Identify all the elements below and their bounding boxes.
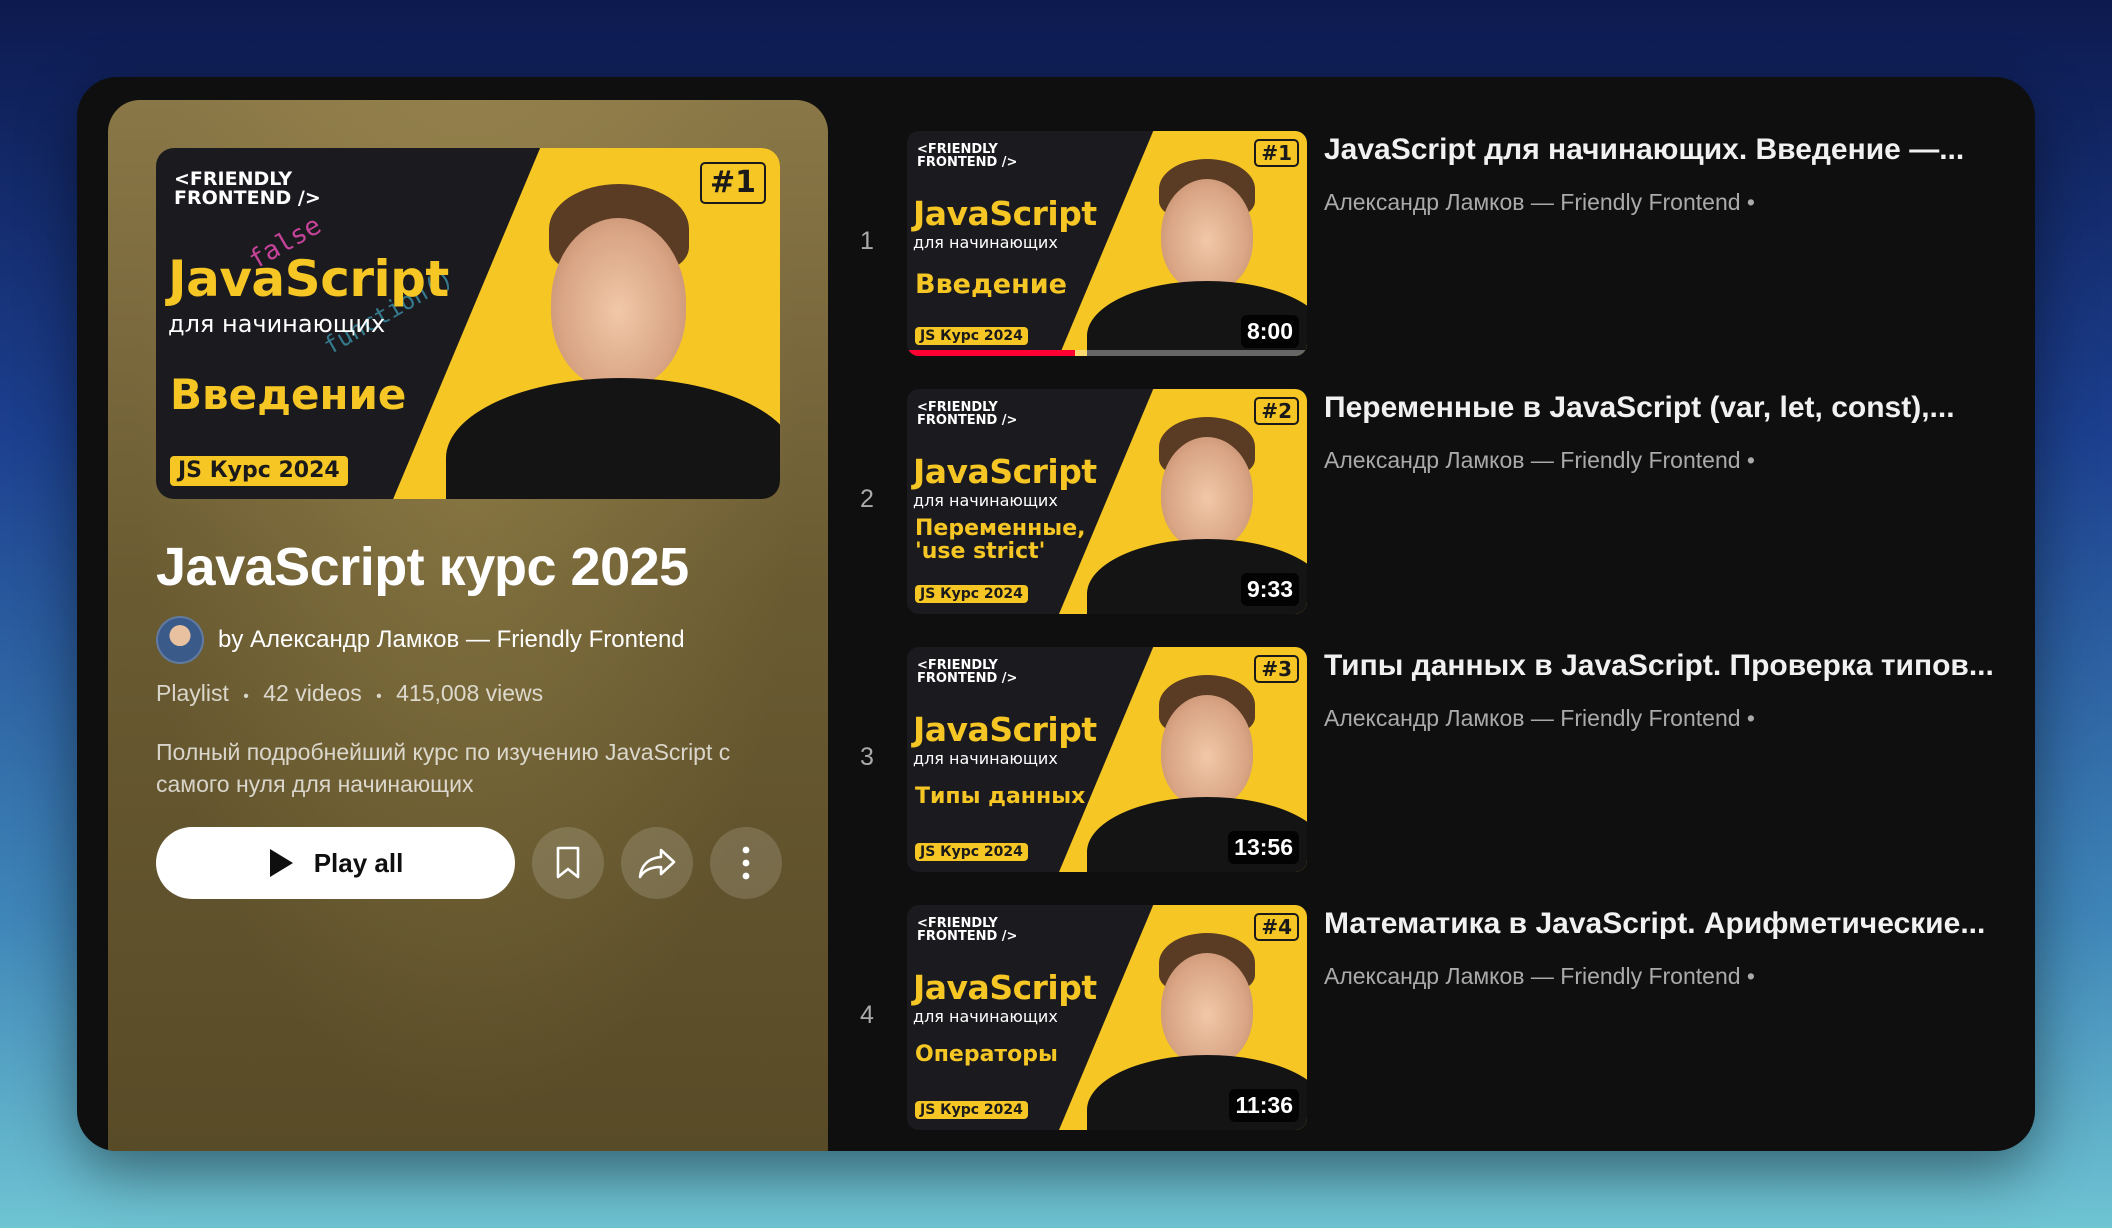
bookmark-icon (556, 846, 580, 879)
thumbnail-subtitle: для начинающих (168, 310, 386, 338)
video-index: 3 (860, 743, 874, 771)
presenter-face (1161, 953, 1253, 1065)
list-item[interactable]: 1 <FRIENDLY FRONTEND /> #1 JavaScript дл… (847, 131, 2007, 357)
playlist-description: Полный подробнейший курс по изучению Jav… (156, 739, 731, 797)
play-all-button[interactable]: Play all (156, 827, 515, 899)
thumbnail-brand: <FRIENDLY FRONTEND /> (174, 168, 321, 209)
playlist-meta: Playlist • 42 videos • 415,008 views (156, 680, 543, 707)
list-item[interactable]: 4 <FRIENDLY FRONTEND /> #4 JavaScript дл… (847, 905, 2007, 1131)
playlist-actions: Play all (156, 827, 782, 899)
thumbnail-brand: <FRIENDLY FRONTEND /> (917, 400, 1018, 428)
video-duration: 8:00 (1240, 315, 1299, 348)
playlist-title: JavaScript курс 2025 (156, 537, 689, 597)
meta-separator: • (243, 688, 249, 705)
thumbnail-js-title: JavaScript (913, 194, 1097, 233)
thumbnail-topic: Операторы (915, 1042, 1058, 1067)
thumbnail-subtitle: для начинающих (913, 233, 1058, 252)
video-index: 1 (860, 227, 874, 255)
list-item[interactable]: 3 <FRIENDLY FRONTEND /> #3 JavaScript дл… (847, 647, 2007, 873)
video-title[interactable]: Математика в JavaScript. Арифметические.… (1324, 907, 2004, 941)
video-thumbnail[interactable]: <FRIENDLY FRONTEND /> #2 JavaScript для … (907, 389, 1307, 614)
play-icon (269, 849, 293, 877)
thumbnail-course-badge: JS Курс 2024 (915, 585, 1028, 603)
video-channel[interactable]: Александр Ламков — Friendly Frontend • (1324, 447, 1755, 474)
video-thumbnail[interactable]: <FRIENDLY FRONTEND /> #1 JavaScript для … (907, 131, 1307, 356)
playlist-window: false function() <FRIENDLY FRONTEND /> #… (77, 77, 2035, 1151)
video-index: 4 (860, 1001, 874, 1029)
list-item[interactable]: 2 <FRIENDLY FRONTEND /> #2 JavaScript дл… (847, 389, 2007, 615)
video-thumbnail[interactable]: <FRIENDLY FRONTEND /> #4 JavaScript для … (907, 905, 1307, 1130)
thumbnail-topic: Типы данных (915, 784, 1086, 809)
thumbnail-episode-number: #1 (1254, 139, 1299, 167)
thumbnail-episode-number: #2 (1254, 397, 1299, 425)
presenter-face (1161, 437, 1253, 549)
video-channel[interactable]: Александр Ламков — Friendly Frontend • (1324, 705, 1755, 732)
playlist-header-panel: false function() <FRIENDLY FRONTEND /> #… (108, 100, 828, 1151)
thumbnail-episode-number: #3 (1254, 655, 1299, 683)
playlist-view-count: 415,008 views (396, 680, 544, 706)
more-actions-button[interactable] (710, 827, 782, 899)
thumbnail-course-badge: JS Курс 2024 (915, 1101, 1028, 1119)
thumbnail-js-title: JavaScript (168, 250, 449, 308)
thumbnail-course-badge: JS Курс 2024 (915, 843, 1028, 861)
thumbnail-subtitle: для начинающих (913, 491, 1058, 510)
thumbnail-js-title: JavaScript (913, 710, 1097, 749)
meta-separator: • (376, 688, 382, 705)
video-duration: 13:56 (1228, 831, 1299, 864)
playlist-author[interactable]: by Александр Ламков — Friendly Frontend (218, 626, 685, 654)
video-duration: 9:33 (1240, 573, 1299, 606)
presenter-face (1161, 695, 1253, 807)
thumbnail-js-title: JavaScript (913, 968, 1097, 1007)
thumbnail-topic: Введение (915, 269, 1067, 300)
video-channel[interactable]: Александр Ламков — Friendly Frontend • (1324, 189, 1755, 216)
play-all-label: Play all (313, 847, 404, 878)
share-playlist-button[interactable] (621, 827, 693, 899)
video-duration: 11:36 (1229, 1089, 1299, 1122)
playlist-type: Playlist (156, 680, 229, 706)
video-title[interactable]: Типы данных в JavaScript. Проверка типов… (1324, 649, 2004, 683)
thumbnail-brand: <FRIENDLY FRONTEND /> (917, 142, 1018, 170)
thumbnail-subtitle: для начинающих (913, 749, 1058, 768)
thumbnail-brand: <FRIENDLY FRONTEND /> (917, 658, 1018, 686)
video-title[interactable]: Переменные в JavaScript (var, let, const… (1324, 391, 2004, 425)
video-channel[interactable]: Александр Ламков — Friendly Frontend • (1324, 963, 1755, 990)
thumbnail-js-title: JavaScript (913, 452, 1097, 491)
thumbnail-episode-number: #1 (699, 162, 766, 204)
presenter-face (551, 218, 686, 388)
video-index: 2 (860, 485, 874, 513)
thumbnail-brand: <FRIENDLY FRONTEND /> (917, 916, 1018, 944)
thumbnail-episode-number: #4 (1254, 913, 1299, 941)
share-icon (638, 848, 676, 879)
playlist-video-count: 42 videos (263, 680, 362, 706)
thumbnail-topic: Переменные, 'use strict' (915, 516, 1086, 565)
save-playlist-button[interactable] (532, 827, 604, 899)
presenter-face (1161, 179, 1253, 291)
video-thumbnail[interactable]: <FRIENDLY FRONTEND /> #3 JavaScript для … (907, 647, 1307, 872)
watch-progress-bar (907, 350, 1075, 356)
playlist-hero-thumbnail[interactable]: false function() <FRIENDLY FRONTEND /> #… (156, 148, 780, 499)
thumbnail-course-badge: JS Курс 2024 (915, 327, 1028, 345)
video-title[interactable]: JavaScript для начинающих. Введение —... (1324, 133, 2004, 167)
playlist-author-row[interactable]: by Александр Ламков — Friendly Frontend (156, 616, 685, 664)
thumbnail-topic: Введение (170, 370, 407, 419)
avatar[interactable] (156, 616, 204, 664)
thumbnail-subtitle: для начинающих (913, 1007, 1058, 1026)
more-vertical-icon (742, 846, 750, 880)
thumbnail-course-badge: JS Курс 2024 (170, 456, 348, 486)
